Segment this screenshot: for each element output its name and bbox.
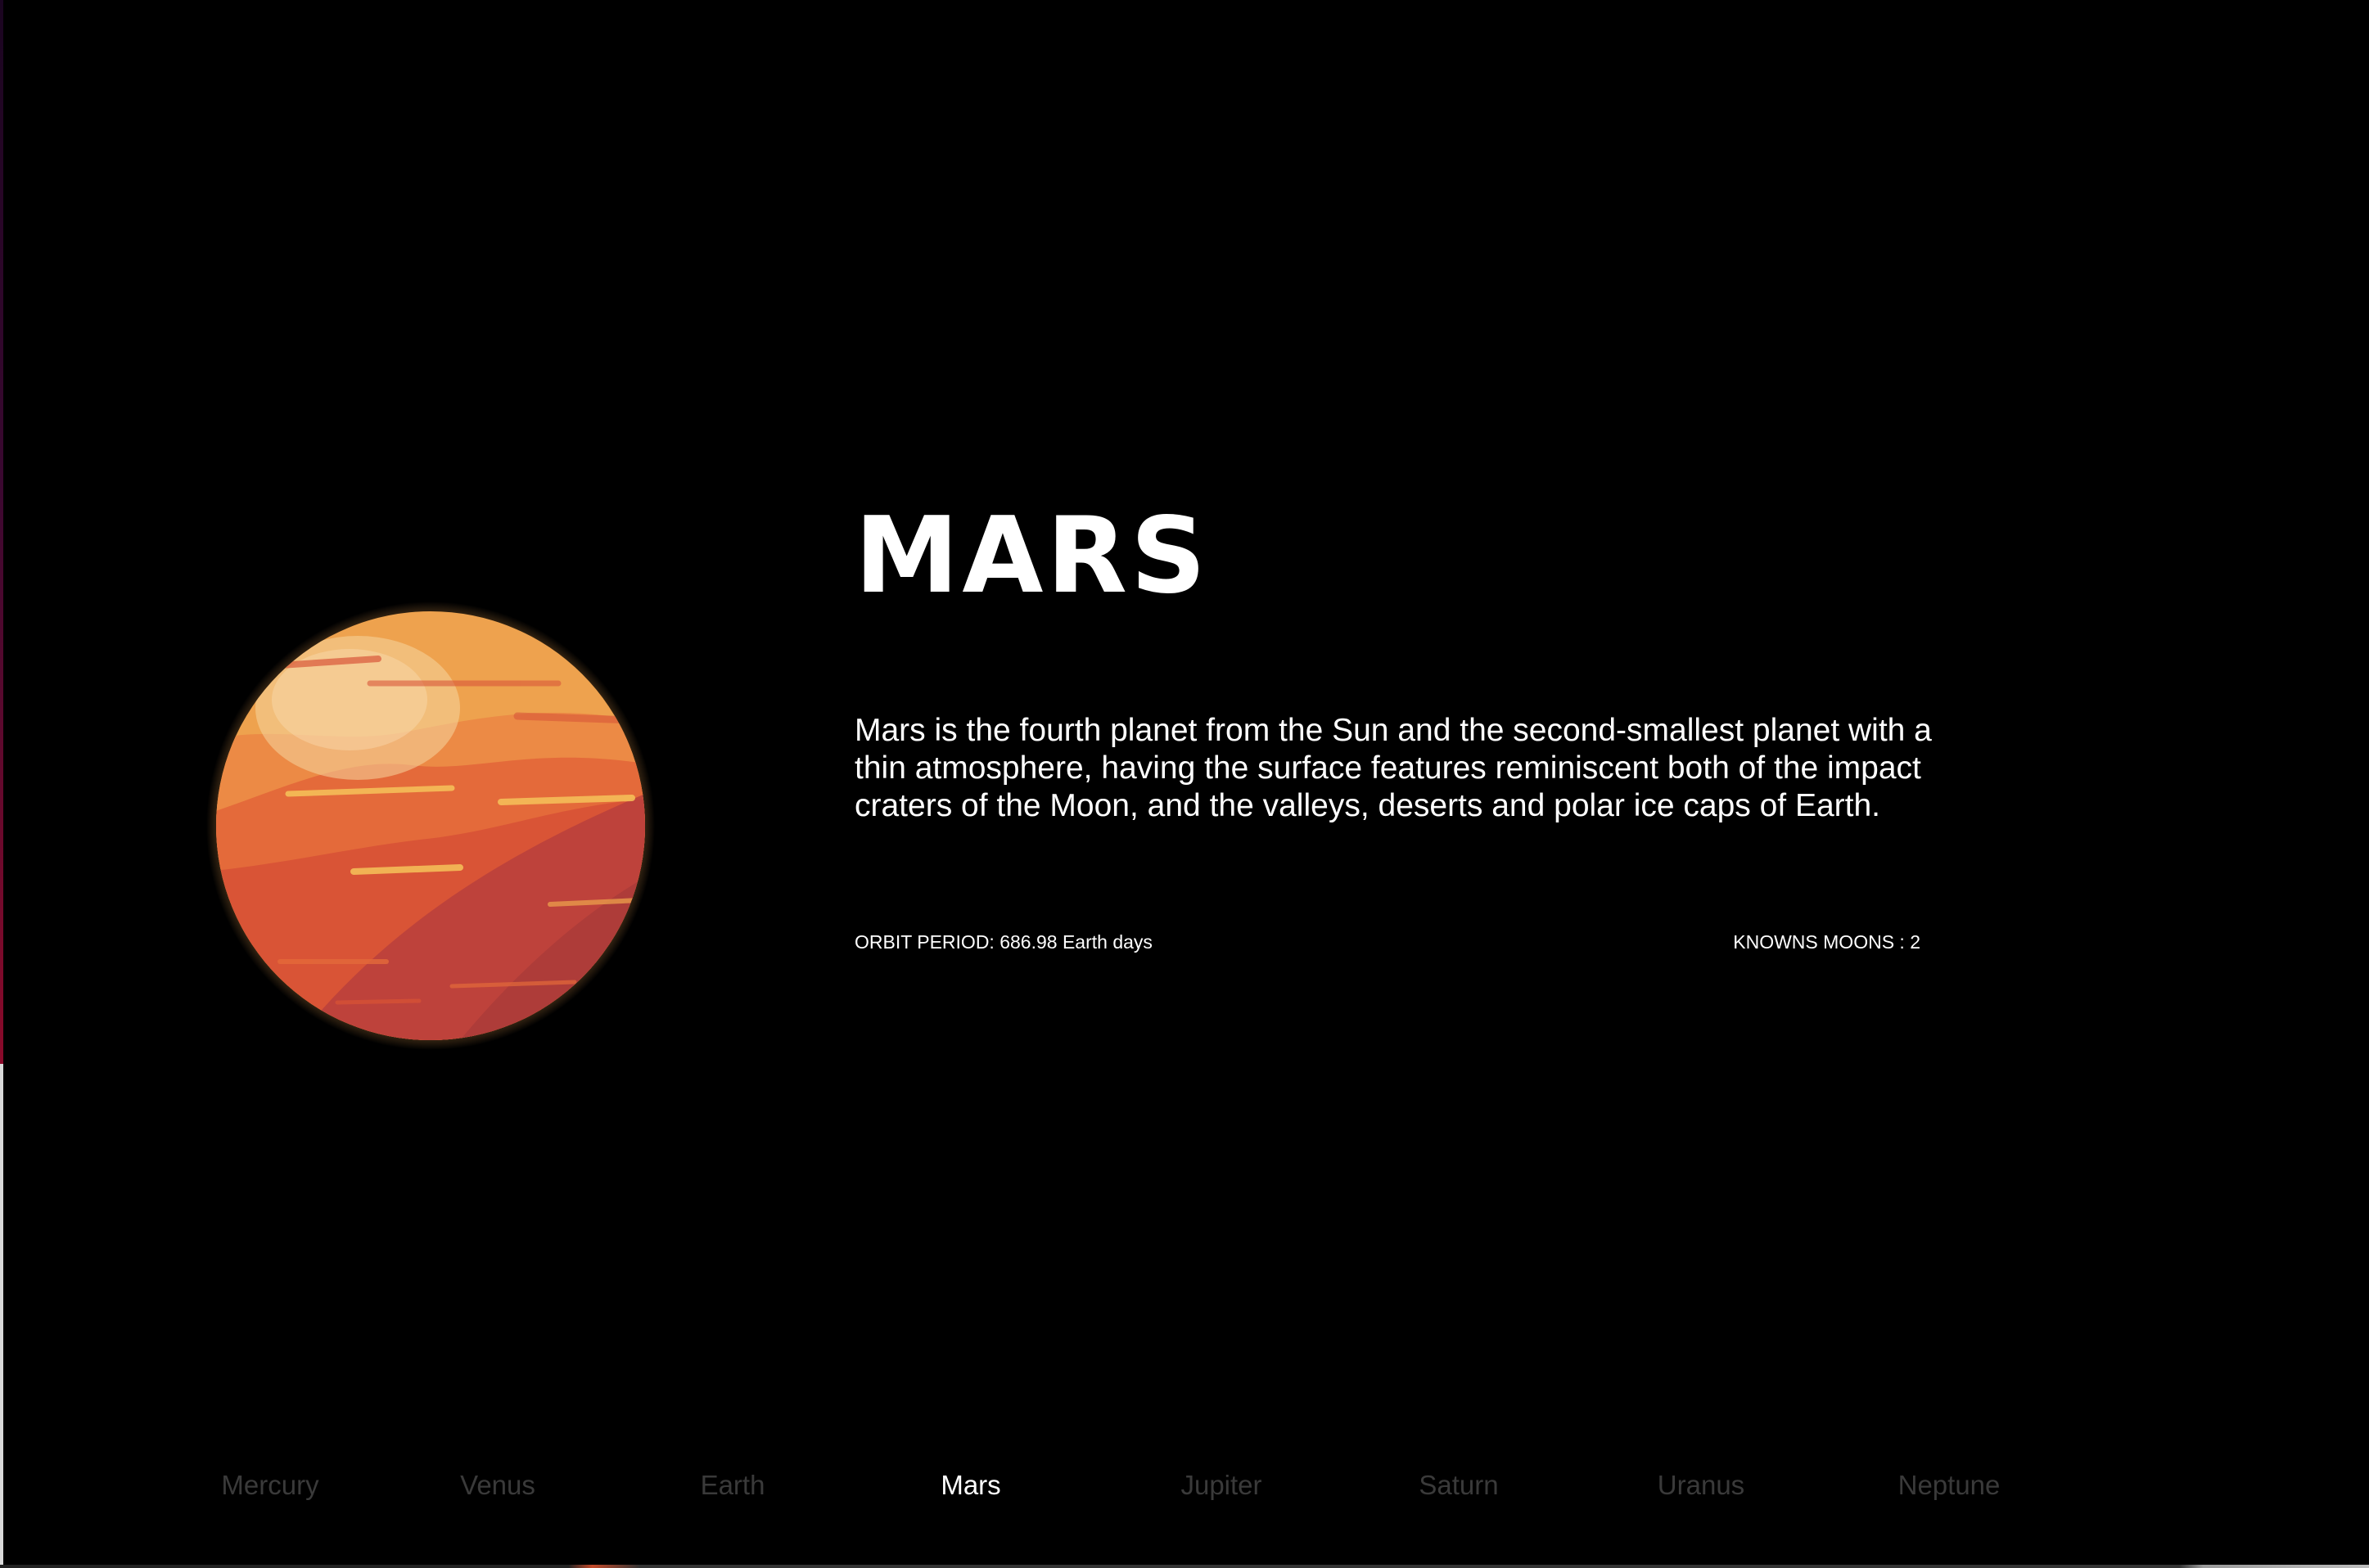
app-window: MARS Mars is the fourth planet from the … [0, 0, 2369, 1568]
nav-item-neptune[interactable]: Neptune [1898, 1465, 2001, 1506]
nav-item-mercury[interactable]: Mercury [221, 1465, 318, 1506]
planet-title: MARS [855, 499, 1280, 614]
window-edge [0, 0, 3, 1064]
nav-item-earth[interactable]: Earth [701, 1465, 765, 1506]
known-moons-stat: KNOWNS MOONS : 2 [1733, 931, 1920, 953]
nav-item-saturn[interactable]: Saturn [1419, 1465, 1498, 1506]
planet-nav: Mercury Venus Earth Mars Jupiter Saturn … [0, 1465, 2369, 1506]
nav-item-uranus[interactable]: Uranus [1658, 1465, 1744, 1506]
nav-item-venus[interactable]: Venus [460, 1465, 535, 1506]
nav-item-mars[interactable]: Mars [941, 1465, 1000, 1506]
orbit-period-stat: ORBIT PERIOD: 686.98 Earth days [855, 931, 1153, 953]
nav-item-jupiter[interactable]: Jupiter [1180, 1465, 1261, 1506]
window-edge [0, 1565, 2369, 1568]
mars-planet-image [206, 602, 655, 1050]
mars-planet-icon [206, 602, 655, 1050]
planet-description: Mars is the fourth planet from the Sun a… [855, 713, 1932, 823]
planet-title-text: MARS [855, 495, 1210, 617]
